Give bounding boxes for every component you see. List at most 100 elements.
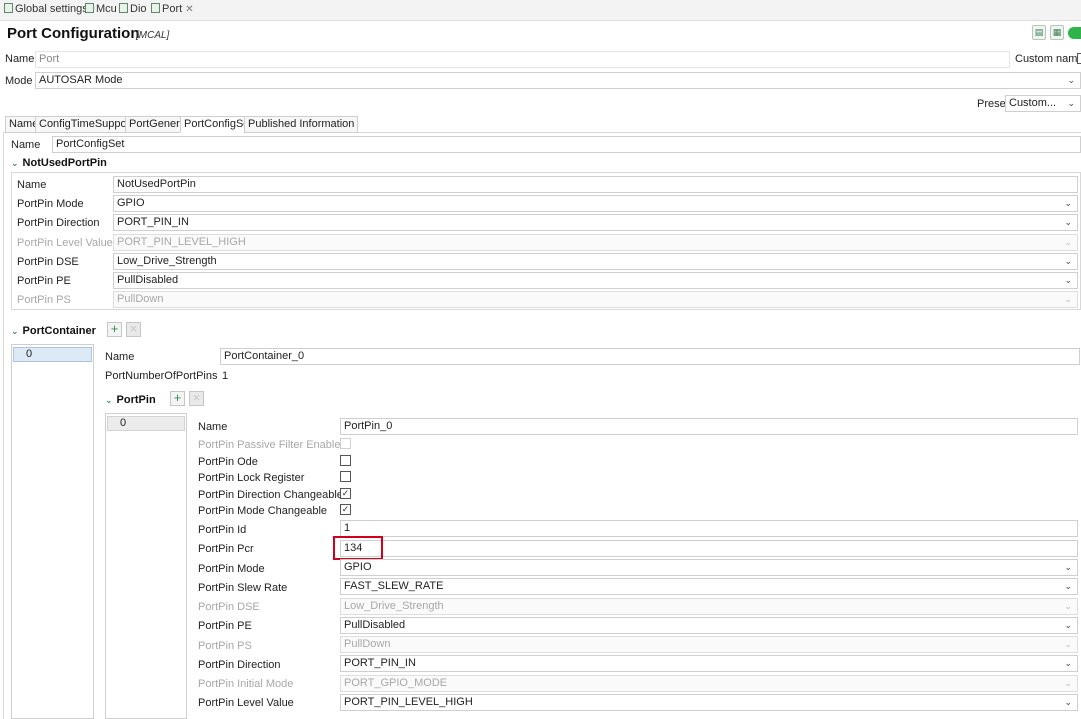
custom-name-checkbox[interactable] <box>1077 53 1081 64</box>
port-pin-header[interactable]: ⌄ PortPin <box>105 394 156 406</box>
list-item[interactable]: 0 <box>13 347 92 362</box>
select-value: PORT_PIN_LEVEL_HIGH <box>344 696 473 708</box>
chevron-down-icon: ⌄ <box>1067 75 1075 85</box>
port-pin-pcr-field[interactable]: 134 <box>340 540 1078 557</box>
num-port-pins-value: 1 <box>222 370 229 382</box>
field-label: PortPin PE <box>17 275 71 287</box>
module-name-field[interactable]: Port <box>35 51 1010 68</box>
config-set-name-field[interactable]: PortConfigSet <box>52 136 1081 153</box>
container-name-field[interactable]: PortContainer_0 <box>220 348 1080 365</box>
tab-mcu[interactable]: Mcu <box>85 3 117 19</box>
field-label: PortPin Level Value <box>198 697 294 709</box>
not-used-mode-select[interactable]: GPIO ⌄ <box>113 195 1078 212</box>
not-used-ps-select: PullDown ⌄ <box>113 291 1078 308</box>
select-value: Low_Drive_Strength <box>344 600 444 612</box>
name-label: Name <box>5 53 35 65</box>
field-label: Name <box>198 421 228 433</box>
highlight-box <box>333 536 383 560</box>
field-label: PortPin PS <box>198 640 252 652</box>
select-value: PullDown <box>117 293 164 305</box>
port-pin-direction-select[interactable]: PORT_PIN_IN ⌄ <box>340 655 1078 672</box>
chevron-down-icon: ⌄ <box>105 395 113 405</box>
chevron-down-icon: ⌄ <box>1064 601 1072 611</box>
passive-filter-checkbox <box>340 438 351 449</box>
field-label: PortPin PS <box>17 294 71 306</box>
chevron-down-icon: ⌄ <box>1064 198 1072 208</box>
subtab-config-time-support[interactable]: ConfigTimeSupport <box>35 116 138 133</box>
lock-icon[interactable]: ▦ <box>1050 25 1064 40</box>
select-value: PORT_PIN_LEVEL_HIGH <box>117 236 246 248</box>
not-used-name-field[interactable]: NotUsedPortPin <box>113 176 1078 193</box>
tab-dio[interactable]: Dio <box>119 3 147 19</box>
port-pin-level-value-select[interactable]: PORT_PIN_LEVEL_HIGH ⌄ <box>340 694 1078 711</box>
port-pin-mode-select[interactable]: GPIO ⌄ <box>340 559 1078 576</box>
chevron-down-icon: ⌄ <box>11 326 19 336</box>
chevron-down-icon: ⌄ <box>1064 639 1072 649</box>
list-item[interactable]: 0 <box>107 416 185 431</box>
field-label: PortPin Id <box>198 524 247 536</box>
select-value: GPIO <box>344 561 372 573</box>
not-used-direction-select[interactable]: PORT_PIN_IN ⌄ <box>113 214 1078 231</box>
chevron-down-icon: ⌄ <box>1064 294 1072 304</box>
container-name-label: Name <box>105 351 135 363</box>
select-value: PORT_PIN_IN <box>344 657 416 669</box>
document-icon[interactable]: ▤ <box>1032 25 1046 40</box>
subtab-published-information[interactable]: Published Information <box>244 116 359 133</box>
mode-label: Mode <box>5 75 33 87</box>
port-pin-name-field[interactable]: PortPin_0 <box>340 418 1078 435</box>
select-value: PullDown <box>344 638 391 650</box>
mode-changeable-checkbox[interactable]: ✓ <box>340 504 351 515</box>
field-label: PortPin Level Value <box>17 237 113 249</box>
preset-select[interactable]: Custom... ⌄ <box>1005 95 1081 112</box>
chevron-down-icon: ⌄ <box>1064 678 1072 688</box>
mode-select[interactable]: AUTOSAR Mode ⌄ <box>35 72 1081 89</box>
port-pin-pe-select[interactable]: PullDisabled ⌄ <box>340 617 1078 634</box>
tab-label: Dio <box>130 3 147 15</box>
num-port-pins-label: PortNumberOfPortPins <box>105 370 218 382</box>
chevron-down-icon: ⌄ <box>1064 237 1072 247</box>
direction-changeable-checkbox[interactable]: ✓ <box>340 488 351 499</box>
tab-label: Port <box>162 3 183 15</box>
select-value: PORT_GPIO_MODE <box>344 677 448 689</box>
tab-global-settings[interactable]: Global settings <box>4 3 88 19</box>
not-used-dse-select[interactable]: Low_Drive_Strength ⌄ <box>113 253 1078 270</box>
select-value: PullDisabled <box>344 619 406 631</box>
mode-value: AUTOSAR Mode <box>39 74 123 86</box>
not-used-pe-select[interactable]: PullDisabled ⌄ <box>113 272 1078 289</box>
field-label: PortPin DSE <box>17 256 79 268</box>
ode-checkbox[interactable] <box>340 455 351 466</box>
module-file-icon <box>151 3 160 13</box>
chevron-down-icon: ⌄ <box>1064 658 1072 668</box>
settings-file-icon <box>4 3 13 13</box>
select-value: PORT_PIN_IN <box>117 216 189 228</box>
page-subtitle: [MCAL] <box>136 30 170 41</box>
field-label: Name <box>17 179 47 191</box>
toggle-switch[interactable] <box>1068 27 1081 39</box>
port-pin-slew-rate-select[interactable]: FAST_SLEW_RATE ⌄ <box>340 578 1078 595</box>
port-pin-dse-select: Low_Drive_Strength ⌄ <box>340 598 1078 615</box>
tab-port[interactable]: Port ✕ <box>151 3 194 19</box>
remove-port-container-button: × <box>126 322 141 337</box>
field-label: PortPin Direction <box>198 659 281 671</box>
module-file-icon <box>85 3 94 13</box>
field-label: PortPin Direction Changeable <box>198 489 343 501</box>
config-set-name-label: Name <box>11 139 41 151</box>
close-icon[interactable]: ✕ <box>185 4 193 15</box>
custom-name-label: Custom name <box>1015 53 1081 65</box>
chevron-down-icon: ⌄ <box>1064 256 1072 266</box>
not-used-port-pin-header[interactable]: ⌄ NotUsedPortPin <box>11 157 107 169</box>
field-label: PortPin Slew Rate <box>198 582 288 594</box>
add-port-pin-button[interactable]: + <box>170 391 185 406</box>
lock-register-checkbox[interactable] <box>340 471 351 482</box>
preset-value: Custom... <box>1009 97 1057 109</box>
port-pin-id-field[interactable]: 1 <box>340 520 1078 537</box>
chevron-down-icon: ⌄ <box>1064 217 1072 227</box>
port-container-header[interactable]: ⌄ PortContainer <box>11 325 96 337</box>
chevron-down-icon: ⌄ <box>1064 562 1072 572</box>
port-container-list: 0 <box>11 344 94 719</box>
page-title: Port Configuration <box>7 25 140 42</box>
port-pin-initial-mode-select: PORT_GPIO_MODE ⌄ <box>340 675 1078 692</box>
select-value: PullDisabled <box>117 274 179 286</box>
editor-tabbar: Global settings Mcu Dio Port ✕ <box>0 0 1081 21</box>
add-port-container-button[interactable]: + <box>107 322 122 337</box>
